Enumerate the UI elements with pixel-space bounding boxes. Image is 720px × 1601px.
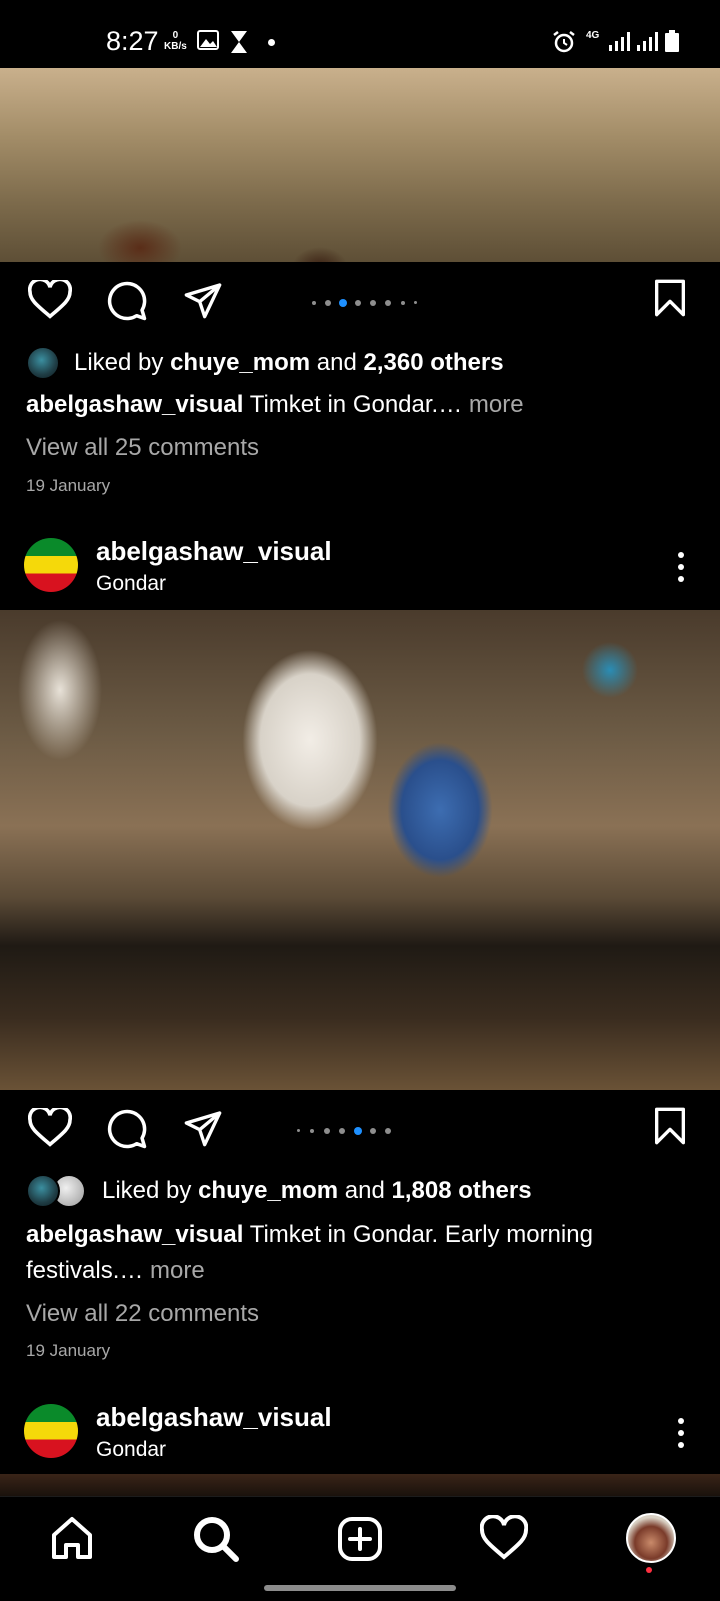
liker-avatar — [26, 1174, 60, 1208]
post-photo[interactable] — [0, 1474, 720, 1496]
gallery-icon — [197, 30, 219, 50]
user-avatar[interactable] — [24, 1404, 78, 1458]
post-photo[interactable] — [0, 610, 720, 1090]
home-icon[interactable] — [48, 1515, 96, 1563]
heart-icon[interactable] — [28, 280, 72, 320]
gesture-handle[interactable] — [264, 1585, 456, 1591]
share-icon[interactable] — [182, 280, 224, 320]
post-date: 19 January — [26, 1341, 111, 1360]
liker-username[interactable]: chuye_mom — [198, 1177, 338, 1205]
post-username[interactable]: abelgashaw_visual — [96, 536, 332, 567]
more-icon[interactable] — [676, 1416, 686, 1450]
likes-summary[interactable]: Liked by chuye_mom and 1,808 others — [26, 1174, 532, 1208]
comment-icon[interactable] — [106, 280, 148, 322]
likes-count[interactable]: 2,360 others — [364, 349, 504, 377]
hourglass-icon — [231, 31, 247, 53]
search-icon[interactable] — [192, 1515, 240, 1563]
post-actions — [0, 1090, 720, 1170]
post-username[interactable]: abelgashaw_visual — [96, 1402, 332, 1433]
view-comments-link[interactable]: View all 25 comments — [26, 434, 259, 462]
signal-icon-2 — [637, 32, 658, 51]
bookmark-icon[interactable] — [652, 1106, 688, 1146]
post-location[interactable]: Gondar — [96, 1438, 166, 1462]
heart-icon[interactable] — [28, 1108, 72, 1148]
liker-username[interactable]: chuye_mom — [170, 349, 310, 377]
profile-avatar[interactable] — [626, 1513, 676, 1563]
status-bar: 8:27 0 KB/s 4G — [0, 0, 720, 68]
network-type: 4G — [586, 30, 600, 41]
notification-dot — [268, 39, 275, 46]
bookmark-icon[interactable] — [652, 278, 688, 318]
post-header: abelgashaw_visual Gondar — [0, 1392, 720, 1472]
post-photo[interactable] — [0, 68, 720, 262]
post-location[interactable]: Gondar — [96, 572, 166, 596]
likes-summary[interactable]: Liked by chuye_mom and 2,360 others — [26, 346, 504, 380]
caption-username[interactable]: abelgashaw_visual — [26, 1221, 243, 1248]
battery-icon — [665, 30, 679, 52]
post-caption: abelgashaw_visual Timket in Gondar.… mor… — [26, 391, 524, 418]
carousel-indicator — [297, 1127, 397, 1135]
status-time: 8:27 — [106, 26, 159, 56]
activity-icon[interactable] — [480, 1515, 528, 1563]
create-icon[interactable] — [336, 1515, 384, 1563]
signal-icon — [609, 32, 630, 51]
likes-count[interactable]: 1,808 others — [392, 1177, 532, 1205]
net-speed: 0 KB/s — [164, 30, 187, 52]
more-link[interactable]: more — [150, 1257, 205, 1284]
more-icon[interactable] — [676, 550, 686, 584]
post-caption: abelgashaw_visual Timket in Gondar. Earl… — [26, 1221, 593, 1284]
post-actions — [0, 262, 720, 342]
post-date: 19 January — [26, 476, 111, 495]
view-comments-link[interactable]: View all 22 comments — [26, 1300, 259, 1328]
profile-notification-dot — [646, 1567, 652, 1573]
user-avatar[interactable] — [24, 538, 78, 592]
post-header: abelgashaw_visual Gondar — [0, 526, 720, 606]
liker-avatars — [26, 1174, 88, 1208]
liker-avatar — [26, 346, 60, 380]
caption-username[interactable]: abelgashaw_visual — [26, 391, 243, 418]
share-icon[interactable] — [182, 1108, 224, 1148]
more-link[interactable]: more — [469, 391, 524, 418]
carousel-indicator — [312, 299, 422, 307]
comment-icon[interactable] — [106, 1108, 148, 1150]
bottom-nav — [0, 1496, 720, 1601]
alarm-icon — [553, 31, 575, 53]
